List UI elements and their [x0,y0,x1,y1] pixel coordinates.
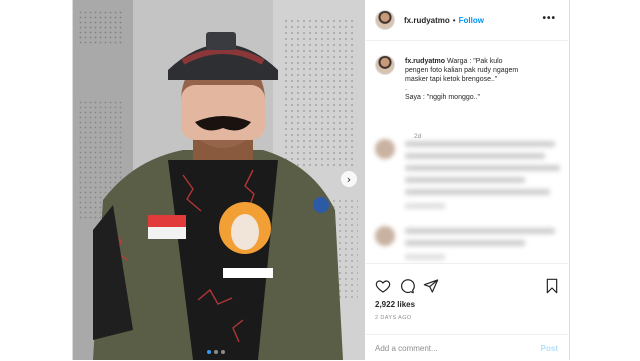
caption-line: Saya : "nggih monggo.." [405,94,481,101]
avatar[interactable] [375,10,395,30]
caption-line: masker tapi ketok brengose.." [405,76,498,83]
comment-composer: Post [366,334,568,361]
post-sidebar: fx.rudyatmo • Follow ••• fx.rudyatmo War… [366,0,568,360]
comments-section: fx.rudyatmo Warga : "Pak kulo pengen fot… [366,41,568,263]
chevron-right-icon: › [346,172,352,186]
carousel-indicator [207,350,225,354]
likes-count[interactable]: 2,922 likes [375,300,415,309]
heart-icon[interactable] [375,278,391,294]
caption-line: . [405,85,407,92]
carousel-next-button[interactable]: › [341,171,357,187]
caption-line: Warga : "Pak kulo [447,58,503,65]
caption-text: fx.rudyatmo Warga : "Pak kulo pengen fot… [405,57,565,102]
post-photo: › [73,0,365,360]
follow-button[interactable]: Follow [459,16,484,25]
caption-line: pengen foto kalian pak rudy ngagem [405,67,519,74]
caption-timestamp: 2d [414,133,422,140]
separator-dot: • [452,15,456,25]
instagram-post: › fx.rudyatmo • Follow ••• fx.rudyatmo W… [72,0,570,360]
more-options-icon[interactable]: ••• [542,13,556,24]
comment-input[interactable] [375,343,525,353]
post-timestamp: 2 DAYS AGO [375,315,412,321]
username-link[interactable]: fx.rudyatmo [404,16,450,25]
carousel-dot [214,350,218,354]
share-icon[interactable] [423,278,439,294]
post-comment-button[interactable]: Post [541,344,558,353]
comment-icon[interactable] [399,278,415,294]
avatar[interactable] [375,55,395,75]
carousel-dot [207,350,211,354]
carousel-dot [221,350,225,354]
post-header: fx.rudyatmo • Follow ••• [366,0,568,41]
bookmark-icon[interactable] [544,278,560,294]
avatar [375,139,395,159]
caption-username[interactable]: fx.rudyatmo [405,58,445,65]
avatar [375,226,395,246]
